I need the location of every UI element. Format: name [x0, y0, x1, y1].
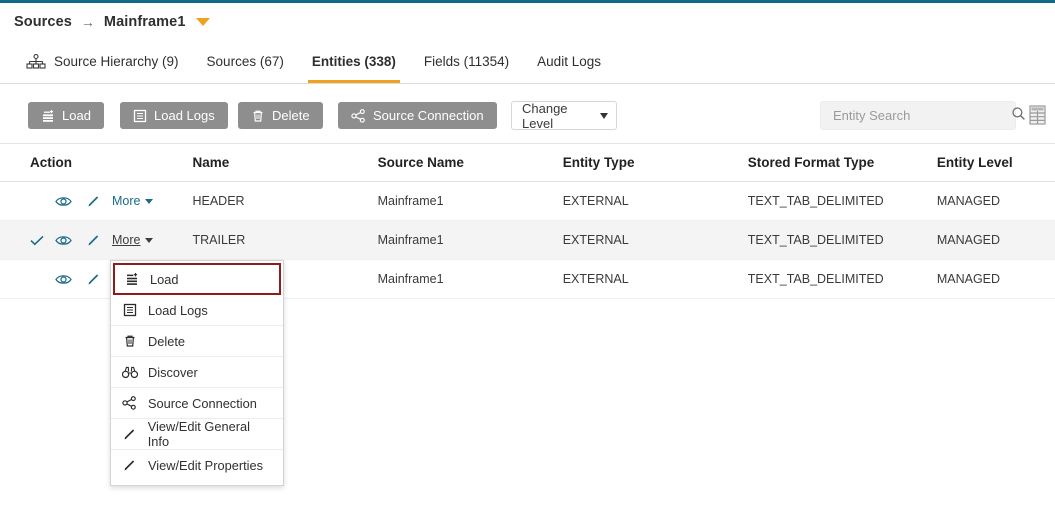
tab-label: Source Hierarchy (9)	[54, 54, 179, 69]
caret-down-icon	[145, 237, 154, 243]
row-actions: More	[30, 233, 192, 248]
table-header-row: Action Name Source Name Entity Type Stor…	[0, 144, 1055, 182]
column-header-stored-format-type: Stored Format Type	[747, 155, 875, 170]
tab-sources[interactable]: Sources (67)	[193, 40, 298, 83]
tab-fields[interactable]: Fields (11354)	[410, 40, 523, 83]
pencil-icon	[121, 458, 138, 473]
more-menu-trigger[interactable]: More	[112, 233, 154, 247]
menu-item-load-logs[interactable]: Load Logs	[111, 295, 283, 326]
pencil-icon[interactable]	[78, 194, 108, 209]
tab-entities[interactable]: Entities (338)	[298, 40, 410, 83]
tab-label: Sources (67)	[206, 54, 284, 69]
tab-label: Fields (11354)	[423, 54, 510, 69]
column-header-entity-type: Entity Type	[562, 155, 635, 170]
more-context-menu: Load Load Logs Delete Discover Source Co…	[110, 260, 284, 486]
trash-icon	[251, 109, 265, 123]
row-actions: More	[30, 194, 192, 209]
share-nodes-icon	[121, 396, 138, 410]
more-label: More	[112, 233, 141, 247]
column-header-entity-level: Entity Level	[936, 155, 1013, 170]
eye-icon[interactable]	[48, 234, 78, 247]
more-menu-trigger[interactable]: More	[112, 194, 154, 208]
menu-item-label: Delete	[148, 333, 185, 349]
breadcrumb-current[interactable]: Mainframe1	[104, 14, 186, 30]
menu-item-label: View/Edit Properties	[148, 458, 263, 473]
search-input[interactable]	[831, 107, 1011, 124]
column-header-name: Name	[192, 155, 230, 170]
cell-entity-level: MANAGED	[936, 272, 1001, 286]
load-logs-button[interactable]: Load Logs	[120, 102, 228, 129]
share-nodes-icon	[351, 108, 366, 123]
change-level-label: Change Level	[522, 100, 568, 131]
cell-source-name: Mainframe1	[377, 272, 444, 286]
menu-item-view-edit-properties[interactable]: View/Edit Properties	[111, 450, 283, 481]
chevron-down-icon[interactable]	[195, 17, 210, 26]
pencil-icon[interactable]	[78, 272, 108, 287]
breadcrumb-separator: →	[80, 13, 95, 30]
menu-item-delete[interactable]: Delete	[111, 326, 283, 357]
button-label: Source Connection	[373, 108, 484, 123]
entity-search[interactable]	[820, 101, 1025, 130]
load-icon	[123, 272, 140, 286]
column-header-action: Action	[30, 155, 72, 170]
cell-name: HEADER	[192, 194, 245, 208]
breadcrumb-root[interactable]: Sources	[14, 14, 72, 30]
cell-source-name: Mainframe1	[377, 194, 444, 208]
button-label: Delete	[272, 108, 310, 123]
pencil-icon	[121, 427, 138, 442]
menu-item-load[interactable]: Load	[113, 263, 281, 295]
button-label: Load Logs	[154, 108, 215, 123]
menu-item-label: Discover	[148, 364, 198, 380]
search-icon[interactable]	[1011, 106, 1026, 126]
delete-button[interactable]: Delete	[238, 102, 323, 129]
cell-entity-type: EXTERNAL	[562, 194, 629, 208]
cell-stored-format-type: TEXT_TAB_DELIMITED	[747, 233, 884, 247]
eye-icon[interactable]	[48, 195, 78, 208]
more-label: More	[112, 194, 141, 208]
tab-audit-logs[interactable]: Audit Logs	[523, 40, 615, 83]
tab-source-hierarchy[interactable]: Source Hierarchy (9)	[12, 40, 193, 83]
column-header-source-name: Source Name	[377, 155, 464, 170]
cell-name: TRAILER	[192, 233, 246, 247]
hierarchy-icon	[26, 53, 46, 70]
cell-entity-type: EXTERNAL	[562, 233, 629, 247]
menu-item-label: Load Logs	[148, 302, 208, 318]
grid-view-icon[interactable]	[1026, 101, 1048, 129]
load-icon	[41, 109, 55, 123]
menu-item-source-connection[interactable]: Source Connection	[111, 388, 283, 419]
tab-bar: Source Hierarchy (9) Sources (67) Entiti…	[0, 40, 1055, 84]
load-logs-icon	[121, 303, 138, 317]
menu-item-view-edit-general-info[interactable]: View/Edit General Info	[111, 419, 283, 450]
cell-source-name: Mainframe1	[377, 233, 444, 247]
eye-icon[interactable]	[48, 273, 78, 286]
cell-entity-level: MANAGED	[936, 194, 1001, 208]
pencil-icon[interactable]	[78, 233, 108, 248]
caret-down-icon	[145, 198, 154, 204]
toolbar: Load Load Logs Delete Source Connection …	[0, 84, 1055, 144]
cell-entity-level: MANAGED	[936, 233, 1001, 247]
menu-item-discover[interactable]: Discover	[111, 357, 283, 388]
load-button[interactable]: Load	[28, 102, 104, 129]
table-row[interactable]: More HEADER Mainframe1 EXTERNAL TEXT_TAB…	[0, 182, 1055, 221]
caret-down-icon	[600, 112, 608, 119]
binoculars-icon	[121, 366, 138, 379]
cell-stored-format-type: TEXT_TAB_DELIMITED	[747, 272, 884, 286]
menu-item-label: View/Edit General Info	[147, 419, 250, 449]
cell-stored-format-type: TEXT_TAB_DELIMITED	[747, 194, 884, 208]
check-icon	[30, 235, 48, 246]
change-level-select[interactable]: Change Level	[511, 100, 617, 131]
trash-icon	[121, 334, 138, 348]
source-connection-button[interactable]: Source Connection	[338, 102, 497, 129]
load-logs-icon	[133, 109, 147, 123]
app-root: Sources → Mainframe1 Source Hierarchy (9…	[0, 0, 1055, 507]
cell-entity-type: EXTERNAL	[562, 272, 629, 286]
button-label: Load	[62, 108, 91, 123]
tab-label: Audit Logs	[537, 54, 601, 69]
menu-item-label: Source Connection	[148, 395, 257, 411]
breadcrumb: Sources → Mainframe1	[0, 3, 1055, 40]
tab-label: Entities (338)	[311, 54, 396, 69]
table-row[interactable]: More TRAILER Mainframe1 EXTERNAL TEXT_TA…	[0, 221, 1055, 260]
menu-item-label: Load	[150, 271, 179, 287]
